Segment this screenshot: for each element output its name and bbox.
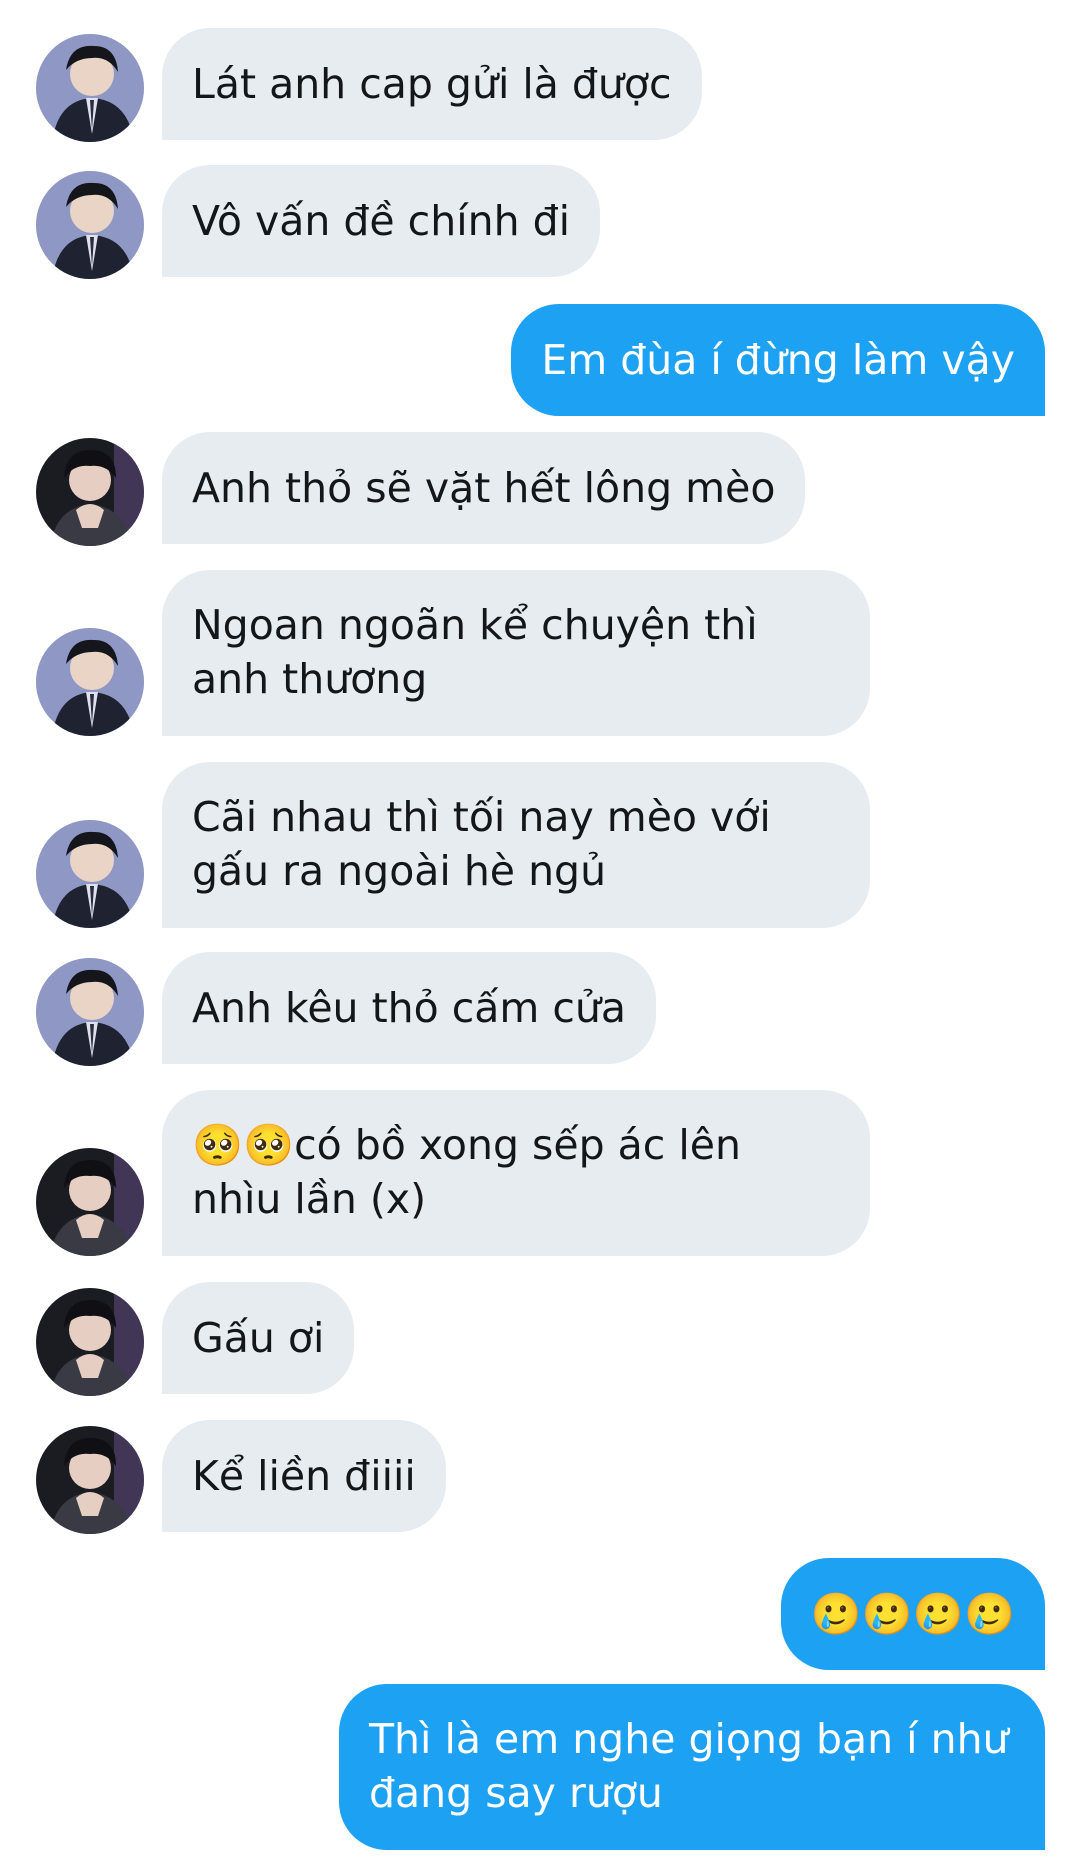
avatar[interactable] xyxy=(36,1148,144,1256)
avatar[interactable] xyxy=(36,628,144,736)
message-bubble[interactable]: Kể liền điiii xyxy=(162,1420,446,1532)
message-row-outgoing: Em đùa í đừng làm vậy xyxy=(0,304,1070,416)
avatar[interactable] xyxy=(36,171,144,279)
avatar[interactable] xyxy=(36,820,144,928)
avatar-dark-image xyxy=(36,438,144,546)
avatar-suit-image xyxy=(36,820,144,928)
message-bubble[interactable]: Vô vấn đề chính đi xyxy=(162,165,601,277)
message-row-incoming: Cãi nhau thì tối nay mèo với gấu ra ngoà… xyxy=(0,762,1070,928)
message-bubble[interactable]: Em đùa í đừng làm vậy xyxy=(511,304,1045,416)
avatar[interactable] xyxy=(36,958,144,1066)
avatar-suit-image xyxy=(36,628,144,736)
message-row-incoming: Kể liền điiii xyxy=(0,1420,1070,1534)
message-row-incoming: Vô vấn đề chính đi xyxy=(0,165,1070,279)
message-bubble[interactable]: Lát anh cap gửi là được xyxy=(162,28,702,140)
message-bubble[interactable]: Thì là em nghe giọng bạn í như đang say … xyxy=(339,1684,1045,1850)
message-bubble[interactable]: Ngoan ngoãn kể chuyện thì anh thương xyxy=(162,570,870,736)
chat-thread: Lát anh cap gửi là được Vô vấn đề chính … xyxy=(0,0,1070,1858)
message-row-outgoing: 🥲🥲🥲🥲 xyxy=(0,1558,1070,1670)
message-bubble[interactable]: 🥲🥲🥲🥲 xyxy=(780,1558,1045,1670)
avatar-dark-image xyxy=(36,1426,144,1534)
message-row-outgoing: Thì là em nghe giọng bạn í như đang say … xyxy=(0,1684,1070,1850)
message-bubble[interactable]: Anh thỏ sẽ vặt hết lông mèo xyxy=(162,432,806,544)
message-row-incoming: 🥺🥺có bồ xong sếp ác lên nhìu lần (x) xyxy=(0,1090,1070,1256)
avatar[interactable] xyxy=(36,1426,144,1534)
avatar[interactable] xyxy=(36,34,144,142)
avatar-dark-image xyxy=(36,1148,144,1256)
avatar-dark-image xyxy=(36,1288,144,1396)
avatar[interactable] xyxy=(36,1288,144,1396)
message-bubble[interactable]: Cãi nhau thì tối nay mèo với gấu ra ngoà… xyxy=(162,762,870,928)
avatar-suit-image xyxy=(36,171,144,279)
message-row-incoming: Anh thỏ sẽ vặt hết lông mèo xyxy=(0,432,1070,546)
message-row-incoming: Lát anh cap gửi là được xyxy=(0,28,1070,142)
message-row-incoming: Gấu ơi xyxy=(0,1282,1070,1396)
message-bubble[interactable]: Anh kêu thỏ cấm cửa xyxy=(162,952,657,1064)
avatar[interactable] xyxy=(36,438,144,546)
avatar-suit-image xyxy=(36,34,144,142)
message-bubble[interactable]: 🥺🥺có bồ xong sếp ác lên nhìu lần (x) xyxy=(162,1090,870,1256)
avatar-suit-image xyxy=(36,958,144,1066)
message-row-incoming: Anh kêu thỏ cấm cửa xyxy=(0,952,1070,1066)
message-bubble[interactable]: Gấu ơi xyxy=(162,1282,355,1394)
message-row-incoming: Ngoan ngoãn kể chuyện thì anh thương xyxy=(0,570,1070,736)
